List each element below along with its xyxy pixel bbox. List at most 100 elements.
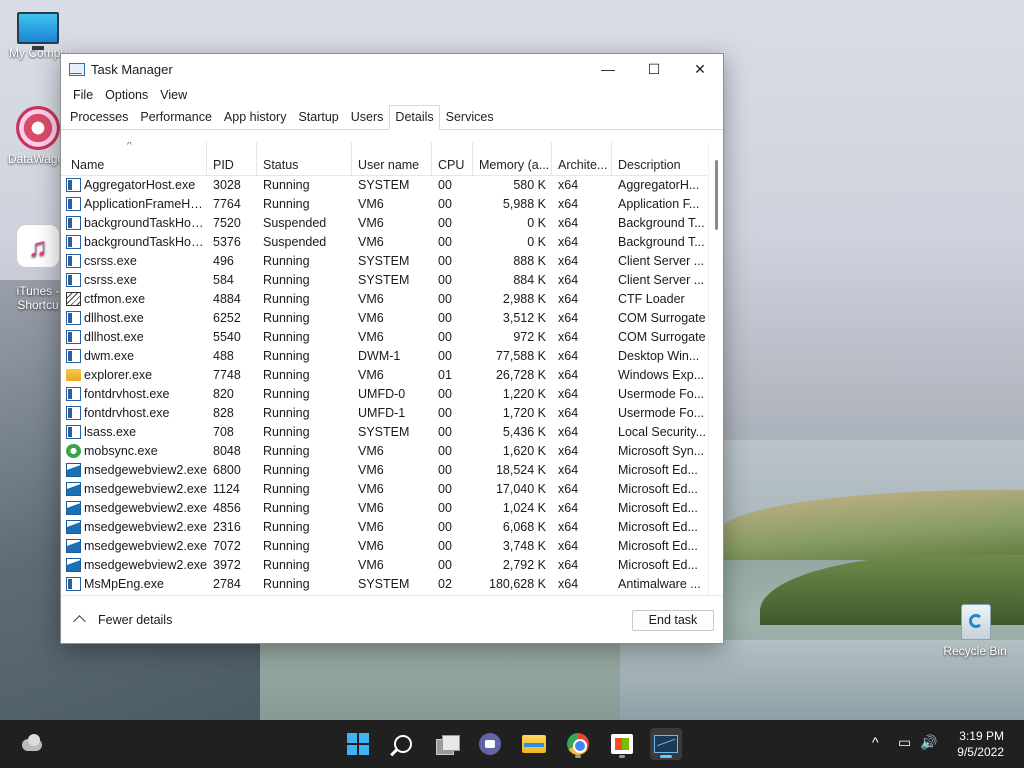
minimize-button[interactable]: — (585, 54, 631, 84)
maximize-button[interactable]: ☐ (631, 54, 677, 84)
table-row[interactable]: msedgewebview2.exe 1124 Running VM6 00 17,040… (61, 480, 707, 499)
cell-cpu: 02 (438, 577, 452, 591)
cell-memory: 17,040 K (495, 482, 546, 496)
column-header-architecture[interactable]: Archite... (552, 142, 612, 176)
volume-icon[interactable]: 🔊 (920, 734, 937, 751)
table-row[interactable]: fontdrvhost.exe 828 Running UMFD-1 00 1,720 K… (61, 404, 707, 423)
cell-description: Microsoft Ed... (618, 501, 698, 515)
tab-performance[interactable]: Performance (134, 105, 218, 129)
cell-status: Running (263, 254, 310, 268)
system-clock[interactable]: 3:19 PM 9/5/2022 (957, 728, 1004, 760)
cell-name: fontdrvhost.exe (84, 387, 170, 401)
weather-widget-icon[interactable] (20, 731, 44, 755)
table-row[interactable]: fontdrvhost.exe 820 Running UMFD-0 00 1,220 K… (61, 385, 707, 404)
chrome-button[interactable] (562, 728, 594, 760)
cell-description: COM Surrogate (618, 311, 706, 325)
footer-bar: Fewer details End task (61, 595, 723, 643)
cell-status: Running (263, 425, 310, 439)
table-row[interactable]: msedgewebview2.exe 6800 Running VM6 00 18,524… (61, 461, 707, 480)
table-row[interactable]: msedgewebview2.exe 2316 Running VM6 00 6,068 … (61, 518, 707, 537)
clock-time: 3:19 PM (959, 729, 1004, 743)
taskbar-search-button[interactable] (387, 728, 419, 760)
table-row[interactable]: dllhost.exe 5540 Running VM6 00 972 K x64 COM S… (61, 328, 707, 347)
tab-users[interactable]: Users (345, 105, 390, 129)
close-button[interactable]: ✕ (677, 54, 723, 84)
cell-cpu: 00 (438, 482, 452, 496)
cell-pid: 7748 (213, 368, 241, 382)
table-row[interactable]: backgroundTaskHos... 7520 Suspended VM6 00 0 … (61, 214, 707, 233)
running-indicator (575, 755, 581, 758)
table-row[interactable]: dllhost.exe 6252 Running VM6 00 3,512 K x64 COM… (61, 309, 707, 328)
cell-cpu: 00 (438, 463, 452, 477)
table-row[interactable]: explorer.exe 7748 Running VM6 01 26,728 K x64 W… (61, 366, 707, 385)
cell-user-name: VM6 (358, 197, 384, 211)
table-row[interactable]: MsMpEng.exe 2784 Running SYSTEM 02 180,628 K x… (61, 575, 707, 594)
desktop-icon-label: Recycle Bin (943, 644, 1007, 658)
table-row[interactable]: lsass.exe 708 Running SYSTEM 00 5,436 K x64 Loc… (61, 423, 707, 442)
title-bar[interactable]: Task Manager — ☐ ✕ (61, 54, 723, 84)
cell-status: Running (263, 406, 310, 420)
table-row[interactable]: dwm.exe 488 Running DWM-1 00 77,588 K x64 Deskt… (61, 347, 707, 366)
cell-user-name: VM6 (358, 311, 384, 325)
menu-file[interactable]: File (67, 88, 99, 102)
show-hidden-icons-chevron[interactable]: ^ (872, 734, 879, 750)
cell-memory: 77,588 K (495, 349, 546, 363)
cell-cpu: 00 (438, 406, 452, 420)
scrollbar-thumb[interactable] (715, 160, 718, 230)
table-row[interactable]: backgroundTaskHos... 5376 Suspended VM6 00 0 … (61, 233, 707, 252)
column-header-description[interactable]: Description (612, 142, 707, 176)
table-row[interactable]: ctfmon.exe 4884 Running VM6 00 2,988 K x64 CTF … (61, 290, 707, 309)
fewer-details-toggle[interactable]: Fewer details (71, 613, 172, 628)
column-header-memory[interactable]: Memory (a... (473, 142, 552, 176)
tab-details[interactable]: Details (389, 105, 440, 130)
tab-services[interactable]: Services (440, 105, 500, 129)
column-header-name[interactable]: Name (61, 142, 207, 176)
column-header-status[interactable]: Status (257, 142, 352, 176)
cell-user-name: VM6 (358, 463, 384, 477)
cell-architecture: x64 (558, 463, 579, 477)
table-row[interactable]: mobsync.exe 8048 Running VM6 00 1,620 K x64 Mic… (61, 442, 707, 461)
cell-user-name: SYSTEM (358, 178, 410, 192)
teams-chat-icon (479, 733, 501, 755)
table-row[interactable]: AggregatorHost.exe 3028 Running SYSTEM 00 580… (61, 176, 707, 195)
store-button[interactable] (606, 728, 638, 760)
cell-status: Running (263, 273, 310, 287)
tab-startup[interactable]: Startup (292, 105, 344, 129)
menu-options[interactable]: Options (99, 88, 154, 102)
network-icon[interactable]: ▭ (898, 734, 911, 751)
column-header-pid[interactable]: PID (207, 142, 257, 176)
cell-status: Running (263, 577, 310, 591)
cell-name: mobsync.exe (84, 444, 158, 458)
file-explorer-button[interactable] (518, 728, 550, 760)
menu-view[interactable]: View (154, 88, 193, 102)
tab-processes[interactable]: Processes (64, 105, 134, 129)
cell-status: Running (263, 311, 310, 325)
cell-pid: 488 (213, 349, 234, 363)
cell-user-name: VM6 (358, 520, 384, 534)
cell-description: Microsoft Ed... (618, 558, 698, 572)
column-header-user-name[interactable]: User name (352, 142, 432, 176)
end-task-button[interactable]: End task (632, 610, 714, 631)
task-view-button[interactable] (431, 728, 463, 760)
cell-memory: 18,524 K (495, 463, 546, 477)
desktop-icon-recycle-bin[interactable]: Recycle Bin (937, 598, 1013, 658)
start-button[interactable] (342, 728, 374, 760)
active-indicator (660, 755, 672, 758)
file-explorer-icon (522, 735, 546, 753)
tab-app-history[interactable]: App history (218, 105, 293, 129)
table-row[interactable]: msedgewebview2.exe 3972 Running VM6 00 2,792 … (61, 556, 707, 575)
cell-status: Running (263, 463, 310, 477)
table-row[interactable]: csrss.exe 496 Running SYSTEM 00 888 K x64 Clien… (61, 252, 707, 271)
table-row[interactable]: msedgewebview2.exe 4856 Running VM6 00 1,024 … (61, 499, 707, 518)
column-header-cpu[interactable]: CPU (432, 142, 473, 176)
cell-cpu: 00 (438, 539, 452, 553)
teams-chat-button[interactable] (474, 728, 506, 760)
task-manager-taskbar-button[interactable] (650, 728, 682, 760)
cell-pid: 496 (213, 254, 234, 268)
cell-memory: 26,728 K (495, 368, 546, 382)
table-row[interactable]: ApplicationFrameHo... 7764 Running VM6 00 5,9… (61, 195, 707, 214)
table-row[interactable]: csrss.exe 584 Running SYSTEM 00 884 K x64 Clien… (61, 271, 707, 290)
vertical-scrollbar[interactable] (708, 142, 723, 596)
cell-name: AggregatorHost.exe (84, 178, 196, 192)
table-row[interactable]: msedgewebview2.exe 7072 Running VM6 00 3,748 … (61, 537, 707, 556)
